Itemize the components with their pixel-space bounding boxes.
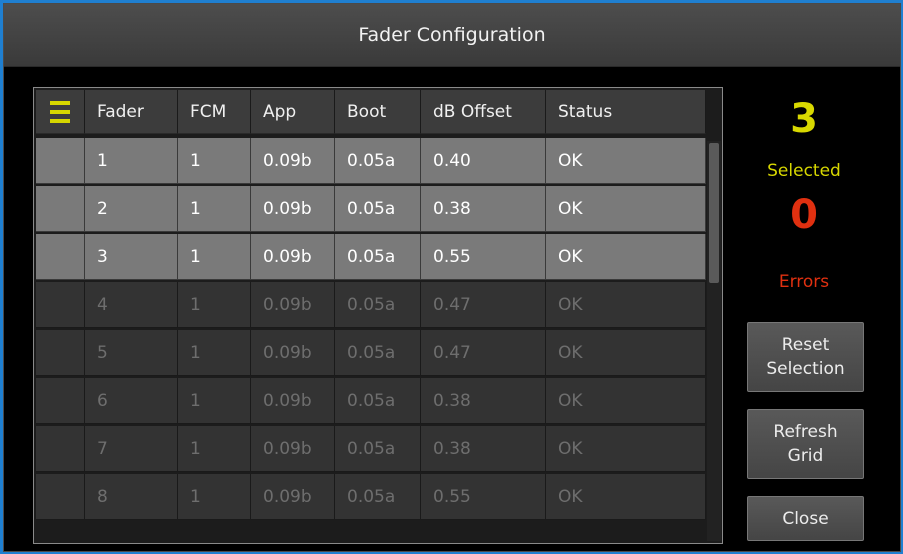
cell-app: 0.09b bbox=[251, 426, 335, 472]
selected-count: 3 bbox=[790, 96, 818, 142]
cell-db-offset: 0.47 bbox=[421, 282, 546, 328]
errors-label: Errors bbox=[778, 272, 830, 292]
cell-fader: 8 bbox=[85, 474, 178, 520]
window-title: Fader Configuration bbox=[358, 24, 546, 46]
cell-boot: 0.05a bbox=[335, 234, 421, 280]
cell-db-offset: 0.40 bbox=[421, 138, 546, 184]
column-header-fcm[interactable]: FCM bbox=[178, 90, 251, 134]
cell-app: 0.09b bbox=[251, 234, 335, 280]
cell-app: 0.09b bbox=[251, 282, 335, 328]
cell-app: 0.09b bbox=[251, 378, 335, 424]
cell-fcm: 1 bbox=[178, 282, 251, 328]
table-header-row: Fader FCM App Boot dB Offset Status bbox=[36, 90, 706, 136]
row-selector[interactable] bbox=[36, 378, 85, 424]
column-header-db-offset[interactable]: dB Offset bbox=[421, 90, 546, 134]
cell-boot: 0.05a bbox=[335, 378, 421, 424]
cell-app: 0.09b bbox=[251, 474, 335, 520]
cell-db-offset: 0.38 bbox=[421, 378, 546, 424]
cell-db-offset: 0.38 bbox=[421, 186, 546, 232]
cell-boot: 0.05a bbox=[335, 138, 421, 184]
fader-grid: Fader FCM App Boot dB Offset Status 1 1 0.… bbox=[33, 87, 723, 544]
cell-db-offset: 0.55 bbox=[421, 474, 546, 520]
cell-fcm: 1 bbox=[178, 330, 251, 376]
selected-label: Selected bbox=[767, 161, 841, 181]
cell-db-offset: 0.47 bbox=[421, 330, 546, 376]
row-selector[interactable] bbox=[36, 138, 85, 184]
cell-fader: 3 bbox=[85, 234, 178, 280]
table-row[interactable]: 7 1 0.09b 0.05a 0.38 OK bbox=[36, 426, 706, 472]
row-selector[interactable] bbox=[36, 234, 85, 280]
vertical-scrollbar[interactable] bbox=[707, 141, 721, 541]
title-bar: Fader Configuration bbox=[4, 4, 900, 67]
cell-app: 0.09b bbox=[251, 330, 335, 376]
table-row[interactable]: 3 1 0.09b 0.05a 0.55 OK bbox=[36, 234, 706, 280]
cell-status: OK bbox=[546, 186, 706, 232]
cell-fcm: 1 bbox=[178, 138, 251, 184]
cell-status: OK bbox=[546, 474, 706, 520]
cell-status: OK bbox=[546, 378, 706, 424]
scrollbar-thumb[interactable] bbox=[709, 143, 719, 283]
close-button[interactable]: Close bbox=[747, 496, 864, 541]
column-header-boot[interactable]: Boot bbox=[335, 90, 421, 134]
cell-fader: 2 bbox=[85, 186, 178, 232]
table-row[interactable]: 4 1 0.09b 0.05a 0.47 OK bbox=[36, 282, 706, 328]
error-count: 0 bbox=[790, 192, 818, 238]
cell-fader: 1 bbox=[85, 138, 178, 184]
cell-boot: 0.05a bbox=[335, 474, 421, 520]
cell-fcm: 1 bbox=[178, 426, 251, 472]
table-row[interactable]: 1 1 0.09b 0.05a 0.40 OK bbox=[36, 138, 706, 184]
row-selector[interactable] bbox=[36, 186, 85, 232]
cell-boot: 0.05a bbox=[335, 330, 421, 376]
cell-db-offset: 0.55 bbox=[421, 234, 546, 280]
cell-status: OK bbox=[546, 138, 706, 184]
row-selector[interactable] bbox=[36, 282, 85, 328]
cell-fcm: 1 bbox=[178, 378, 251, 424]
fader-configuration-dialog: Fader Configuration Fader FCM App Boot d… bbox=[3, 3, 901, 552]
table-row[interactable]: 8 1 0.09b 0.05a 0.55 OK bbox=[36, 474, 706, 520]
cell-fader: 7 bbox=[85, 426, 178, 472]
table-row[interactable]: 2 1 0.09b 0.05a 0.38 OK bbox=[36, 186, 706, 232]
table-row[interactable]: 5 1 0.09b 0.05a 0.47 OK bbox=[36, 330, 706, 376]
row-selector[interactable] bbox=[36, 474, 85, 520]
column-header-status[interactable]: Status bbox=[546, 90, 706, 134]
cell-boot: 0.05a bbox=[335, 426, 421, 472]
cell-boot: 0.05a bbox=[335, 186, 421, 232]
hamburger-menu-icon[interactable] bbox=[36, 90, 85, 134]
cell-status: OK bbox=[546, 330, 706, 376]
column-header-fader[interactable]: Fader bbox=[85, 90, 178, 134]
cell-fader: 6 bbox=[85, 378, 178, 424]
refresh-grid-button[interactable]: Refresh Grid bbox=[747, 409, 864, 479]
cell-status: OK bbox=[546, 282, 706, 328]
cell-app: 0.09b bbox=[251, 138, 335, 184]
cell-fcm: 1 bbox=[178, 474, 251, 520]
row-selector[interactable] bbox=[36, 426, 85, 472]
row-selector[interactable] bbox=[36, 330, 85, 376]
cell-fcm: 1 bbox=[178, 186, 251, 232]
cell-status: OK bbox=[546, 234, 706, 280]
reset-selection-button[interactable]: Reset Selection bbox=[747, 322, 864, 392]
cell-status: OK bbox=[546, 426, 706, 472]
cell-db-offset: 0.38 bbox=[421, 426, 546, 472]
cell-app: 0.09b bbox=[251, 186, 335, 232]
table-row[interactable]: 6 1 0.09b 0.05a 0.38 OK bbox=[36, 378, 706, 424]
cell-fader: 4 bbox=[85, 282, 178, 328]
cell-fcm: 1 bbox=[178, 234, 251, 280]
cell-boot: 0.05a bbox=[335, 282, 421, 328]
column-header-app[interactable]: App bbox=[251, 90, 335, 134]
cell-fader: 5 bbox=[85, 330, 178, 376]
